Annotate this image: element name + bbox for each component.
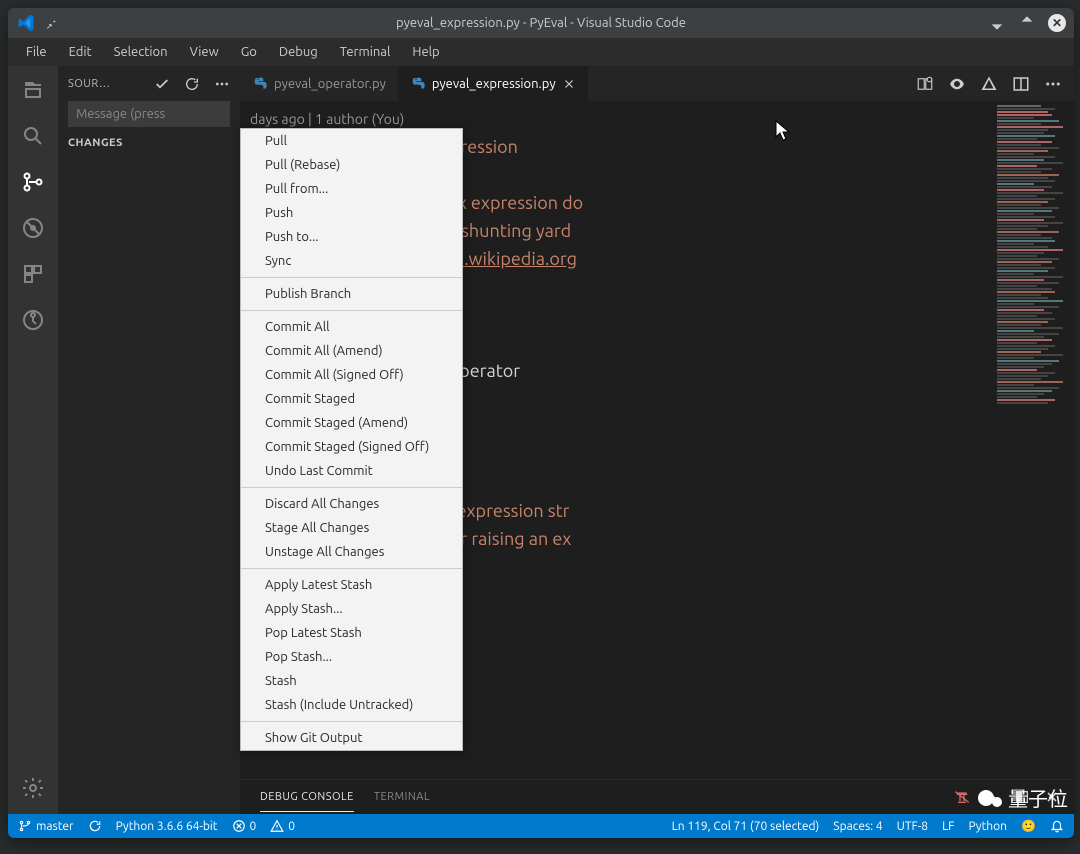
changes-section[interactable]: CHANGES <box>58 133 240 153</box>
menu-terminal[interactable]: Terminal <box>330 41 401 63</box>
ctx-sync[interactable]: Sync <box>241 249 462 273</box>
more-icon[interactable] <box>214 76 230 92</box>
extensions-icon[interactable] <box>19 260 47 288</box>
ctx-publish-branch[interactable]: Publish Branch <box>241 282 462 306</box>
status-sync[interactable] <box>88 819 102 833</box>
vscode-window: pyeval_expression.py - PyEval - Visual S… <box>8 8 1074 838</box>
split-icon[interactable] <box>1012 75 1030 93</box>
minimap[interactable] <box>992 101 1074 779</box>
ctx-stash-untracked[interactable]: Stash (Include Untracked) <box>241 693 462 717</box>
ctx-stash[interactable]: Stash <box>241 669 462 693</box>
tab-pyeval-operator[interactable]: pyeval_operator.py <box>240 66 398 101</box>
main: SOUR… Message (press CHANGES pyeval_oper… <box>8 66 1074 814</box>
separator <box>241 568 462 569</box>
ctx-apply-stash[interactable]: Apply Stash... <box>241 597 462 621</box>
menu-file[interactable]: File <box>16 41 57 63</box>
clear-icon[interactable] <box>954 789 970 805</box>
statusbar: master Python 3.6.6 64-bit 0 0 Ln 119, C… <box>8 814 1074 838</box>
panel-tab-debug[interactable]: DEBUG CONSOLE <box>260 783 354 812</box>
panel-tab-terminal[interactable]: TERMINAL <box>374 783 430 812</box>
ctx-discard-all[interactable]: Discard All Changes <box>241 492 462 516</box>
ctx-commit-all-amend[interactable]: Commit All (Amend) <box>241 339 462 363</box>
separator <box>241 721 462 722</box>
more-actions-icon[interactable] <box>1044 75 1062 93</box>
gitlens-icon[interactable] <box>19 306 47 334</box>
tab-label: pyeval_expression.py <box>432 77 556 91</box>
separator <box>241 487 462 488</box>
commit-check-icon[interactable] <box>154 76 170 92</box>
sidebar-title: SOUR… <box>68 78 146 90</box>
menu-view[interactable]: View <box>180 41 229 63</box>
ctx-unstage-all[interactable]: Unstage All Changes <box>241 540 462 564</box>
ctx-commit-all-signed[interactable]: Commit All (Signed Off) <box>241 363 462 387</box>
ctx-apply-latest-stash[interactable]: Apply Latest Stash <box>241 573 462 597</box>
ctx-pull-from[interactable]: Pull from... <box>241 177 462 201</box>
window-title: pyeval_expression.py - PyEval - Visual S… <box>396 16 686 30</box>
ctx-push[interactable]: Push <box>241 201 462 225</box>
settings-icon[interactable] <box>19 774 47 802</box>
ctx-pull-rebase[interactable]: Pull (Rebase) <box>241 153 462 177</box>
refresh-icon[interactable] <box>184 76 200 92</box>
status-eol[interactable]: LF <box>942 820 954 833</box>
run-icon[interactable] <box>980 75 998 93</box>
commit-message-input[interactable]: Message (press <box>68 101 230 127</box>
close-button[interactable]: ✕ <box>1048 14 1066 32</box>
panel: DEBUG CONSOLE TERMINAL <box>240 779 1074 814</box>
status-python[interactable]: Python 3.6.6 64-bit <box>116 820 218 833</box>
source-control-icon[interactable] <box>19 168 47 196</box>
tab-label: pyeval_operator.py <box>274 77 386 91</box>
ctx-pop-stash[interactable]: Pop Stash... <box>241 645 462 669</box>
watermark-text: 量子位 <box>1008 783 1068 812</box>
status-feedback[interactable]: 🙂 <box>1021 819 1036 833</box>
debug-icon[interactable] <box>19 214 47 242</box>
ctx-commit-staged[interactable]: Commit Staged <box>241 387 462 411</box>
status-errors[interactable]: 0 <box>232 819 257 833</box>
ctx-pull[interactable]: Pull <box>241 129 462 153</box>
titlebar: pyeval_expression.py - PyEval - Visual S… <box>8 8 1074 38</box>
status-encoding[interactable]: UTF-8 <box>897 820 928 833</box>
menu-go[interactable]: Go <box>231 41 267 63</box>
watermark: 量子位 <box>978 783 1068 812</box>
tab-pyeval-expression[interactable]: pyeval_expression.py <box>398 66 588 101</box>
minimize-button[interactable] <box>988 14 1006 32</box>
status-warnings[interactable]: 0 <box>270 819 295 833</box>
menubar: File Edit Selection View Go Debug Termin… <box>8 38 1074 66</box>
status-lang[interactable]: Python <box>969 820 1008 833</box>
pin-icon[interactable] <box>44 16 58 30</box>
menu-selection[interactable]: Selection <box>104 41 178 63</box>
close-icon[interactable] <box>562 77 576 91</box>
ctx-commit-staged-amend[interactable]: Commit Staged (Amend) <box>241 411 462 435</box>
sidebar: SOUR… Message (press CHANGES <box>58 66 240 814</box>
search-icon[interactable] <box>19 122 47 150</box>
explorer-icon[interactable] <box>19 76 47 104</box>
ctx-commit-staged-signed[interactable]: Commit Staged (Signed Off) <box>241 435 462 459</box>
ctx-push-to[interactable]: Push to... <box>241 225 462 249</box>
separator <box>241 277 462 278</box>
status-spaces[interactable]: Spaces: 4 <box>833 820 882 833</box>
status-branch[interactable]: master <box>18 819 74 833</box>
python-icon <box>252 76 268 92</box>
menu-help[interactable]: Help <box>402 41 449 63</box>
separator <box>241 310 462 311</box>
ctx-pop-latest-stash[interactable]: Pop Latest Stash <box>241 621 462 645</box>
ctx-show-git-output[interactable]: Show Git Output <box>241 726 462 750</box>
ctx-undo-commit[interactable]: Undo Last Commit <box>241 459 462 483</box>
activitybar <box>8 66 58 814</box>
maximize-button[interactable] <box>1018 14 1036 32</box>
python-icon <box>410 76 426 92</box>
menu-debug[interactable]: Debug <box>269 41 328 63</box>
watermark-icon <box>992 797 1002 807</box>
tab-row: pyeval_operator.py pyeval_expression.py <box>240 66 1074 101</box>
ctx-commit-all[interactable]: Commit All <box>241 315 462 339</box>
status-position[interactable]: Ln 119, Col 71 (70 selected) <box>672 820 820 833</box>
cursor-icon <box>775 120 793 144</box>
sidebar-header: SOUR… <box>58 66 240 101</box>
scm-context-menu: Pull Pull (Rebase) Pull from... Push Pus… <box>240 128 463 751</box>
preview-icon[interactable] <box>948 75 966 93</box>
vscode-icon <box>16 13 36 33</box>
status-bell-icon[interactable] <box>1050 819 1064 833</box>
diff-icon[interactable] <box>916 75 934 93</box>
menu-edit[interactable]: Edit <box>59 41 102 63</box>
ctx-stage-all[interactable]: Stage All Changes <box>241 516 462 540</box>
